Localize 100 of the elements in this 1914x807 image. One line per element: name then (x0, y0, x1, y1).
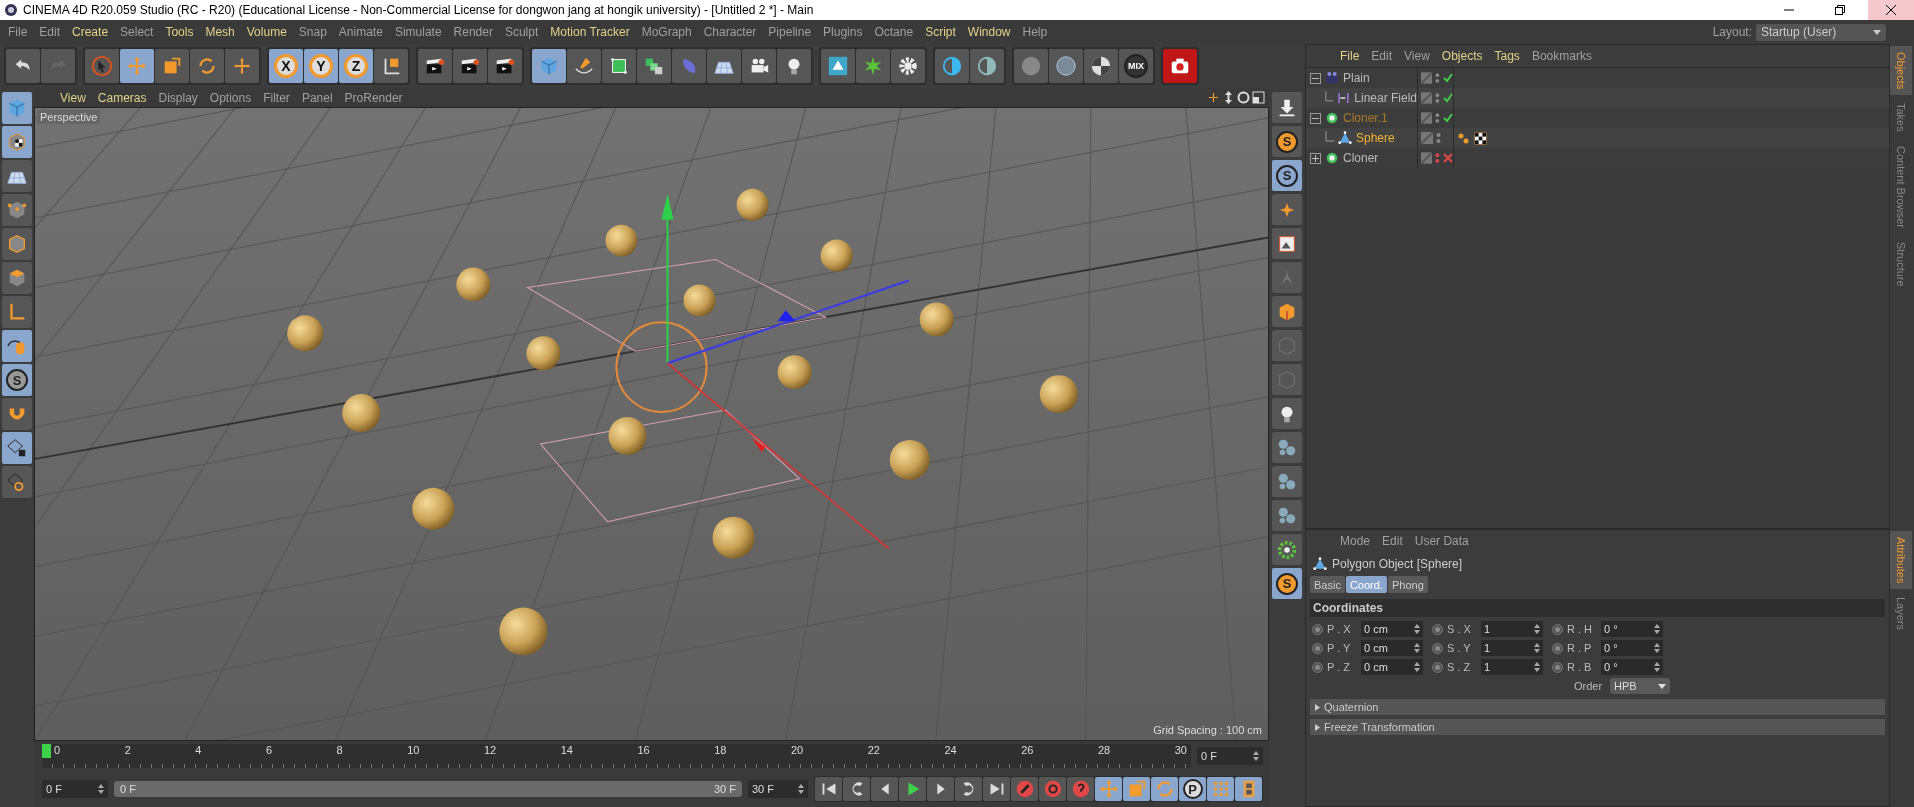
start-frame-field[interactable]: 0 F (42, 780, 108, 798)
menu-item[interactable]: Render (447, 25, 499, 39)
menu-item[interactable]: Help (1016, 25, 1054, 39)
collapsible-group[interactable]: Quaternion (1310, 699, 1885, 715)
window-title: CINEMA 4D R20.059 Studio (RC - R20) (Educational License - Non-Commercial License for dongwon jang at hongik university) - [Untitled 2 *] - Main (23, 3, 815, 17)
frame-number: 28 (1097, 744, 1111, 756)
tab[interactable]: Phong (1387, 576, 1428, 593)
tab[interactable]: Basic (1310, 576, 1345, 593)
menu-item[interactable]: Plugins (817, 25, 869, 39)
field-label: R . B (1567, 661, 1593, 673)
menu-item[interactable]: Mode (1334, 534, 1377, 548)
field-label: P . X (1327, 623, 1352, 635)
menu-item[interactable]: Objects (1435, 49, 1489, 63)
frame-number: 16 (637, 744, 650, 756)
range-slider[interactable]: 0 F 30 F (114, 781, 742, 797)
current-frame-field[interactable]: 0 F (1197, 747, 1263, 765)
side-tab[interactable]: Layers (1890, 591, 1912, 637)
menu-item[interactable]: Sculpt (498, 25, 545, 39)
field-label: P . Z (1327, 661, 1352, 673)
menu-item[interactable]: File (1334, 49, 1366, 63)
viewport[interactable]: Perspective Grid Spacing : 100 cm (34, 107, 1269, 741)
menu-item[interactable]: View (1398, 49, 1436, 63)
side-tab[interactable]: Attributes (1890, 531, 1912, 590)
letter-button[interactable]: S (1272, 568, 1302, 599)
range-start-label: 0 F (120, 783, 136, 795)
object-name[interactable]: Cloner.1 (1343, 111, 1388, 125)
menu-item[interactable]: Create (66, 25, 115, 39)
section-header: Coordinates (1310, 599, 1885, 617)
frame-number: 10 (407, 744, 420, 756)
order-dropdown[interactable]: HPB (1610, 678, 1670, 694)
menu-item[interactable]: Character (697, 25, 763, 39)
menu-item[interactable]: Edit (1365, 49, 1399, 63)
menu-item[interactable]: Octane (868, 25, 920, 39)
frame-number: 4 (195, 744, 202, 756)
menu-item[interactable]: Display (152, 90, 204, 105)
object-name[interactable]: Linear Field (1354, 91, 1417, 105)
menu-item[interactable]: Snap (292, 25, 333, 39)
menu-item[interactable]: File (2, 25, 34, 39)
object-name[interactable]: Cloner (1343, 151, 1379, 165)
axis-lock-button[interactable]: X (269, 49, 303, 83)
frame-number: 14 (560, 744, 573, 756)
letter-button[interactable]: P (1179, 777, 1206, 801)
grid-spacing-label: Grid Spacing : 100 cm (1153, 724, 1262, 736)
frame-number: 12 (483, 744, 497, 756)
field-label: S . X (1447, 623, 1472, 635)
menu-item[interactable]: Edit (33, 25, 67, 39)
side-tab[interactable]: Takes (1890, 97, 1912, 139)
letter-button[interactable]: S (2, 364, 32, 396)
number-field[interactable]: 0 ° (1601, 640, 1663, 656)
number-field[interactable]: 0 cm (1361, 640, 1423, 656)
object-name[interactable]: Plain (1343, 71, 1370, 85)
menu-item[interactable]: Filter (257, 90, 296, 105)
menu-item[interactable]: Tags (1488, 49, 1526, 63)
menu-item[interactable]: View (54, 90, 92, 105)
menu-item[interactable]: Panel (295, 90, 339, 105)
frame-number: 22 (867, 744, 880, 756)
menu-item[interactable]: Script (919, 25, 962, 39)
end-frame-field[interactable]: 30 F (748, 780, 808, 798)
layout-dropdown[interactable]: Startup (User) (1756, 23, 1886, 41)
number-field[interactable]: 1 (1481, 621, 1543, 637)
frame-number: 8 (336, 744, 343, 756)
axis-lock-button[interactable]: Z (339, 49, 373, 83)
menu-item[interactable]: MoGraph (635, 25, 698, 39)
menu-item[interactable]: Cameras (91, 90, 153, 105)
number-field[interactable]: 0 ° (1601, 659, 1663, 675)
menu-item[interactable]: Pipeline (762, 25, 818, 39)
number-field[interactable]: 1 (1481, 659, 1543, 675)
menu-item[interactable]: Tools (159, 25, 200, 39)
letter-button[interactable]: MIX (1119, 49, 1153, 83)
menu-item[interactable]: Select (114, 25, 160, 39)
axis-lock-button[interactable]: Y (304, 49, 338, 83)
menu-item[interactable]: Animate (332, 25, 389, 39)
menu-item[interactable]: Simulate (388, 25, 448, 39)
timeline-ruler[interactable]: 0 2 4 6 8 10 12 14 16 18 20 22 24 26 28 30 (42, 744, 1191, 768)
side-tab[interactable]: Objects (1890, 46, 1912, 96)
collapsible-group[interactable]: Freeze Transformation (1310, 719, 1885, 735)
number-field[interactable]: 0 cm (1361, 621, 1423, 637)
menu-item[interactable]: Motion Tracker (544, 25, 636, 39)
side-tab[interactable]: Structure (1890, 236, 1912, 293)
object-name[interactable]: Sphere (1356, 131, 1395, 145)
menu-item[interactable]: User Data (1408, 534, 1475, 548)
frame-number: 20 (790, 744, 804, 756)
field-label: S . Z (1447, 661, 1472, 673)
menu-item[interactable]: Bookmarks (1525, 49, 1598, 63)
frame-number: 0 (54, 744, 61, 756)
letter-button[interactable]: S (1272, 160, 1302, 191)
letter-button[interactable]: S (1272, 126, 1302, 157)
number-field[interactable]: 0 cm (1361, 659, 1423, 675)
field-label: R . H (1567, 623, 1594, 635)
menu-item[interactable]: Edit (1376, 534, 1409, 548)
menu-item[interactable]: ProRender (338, 90, 409, 105)
number-field[interactable]: 0 ° (1601, 621, 1663, 637)
number-field[interactable]: 1 (1481, 640, 1543, 656)
menu-item[interactable]: Mesh (199, 25, 241, 39)
frame-number: 30 (1174, 744, 1187, 756)
menu-item[interactable]: Volume (240, 25, 293, 39)
side-tab[interactable]: Content Browser (1890, 140, 1912, 234)
menu-item[interactable]: Options (203, 90, 258, 105)
field-label: S . Y (1447, 642, 1472, 654)
menu-item[interactable]: Window (961, 25, 1017, 39)
